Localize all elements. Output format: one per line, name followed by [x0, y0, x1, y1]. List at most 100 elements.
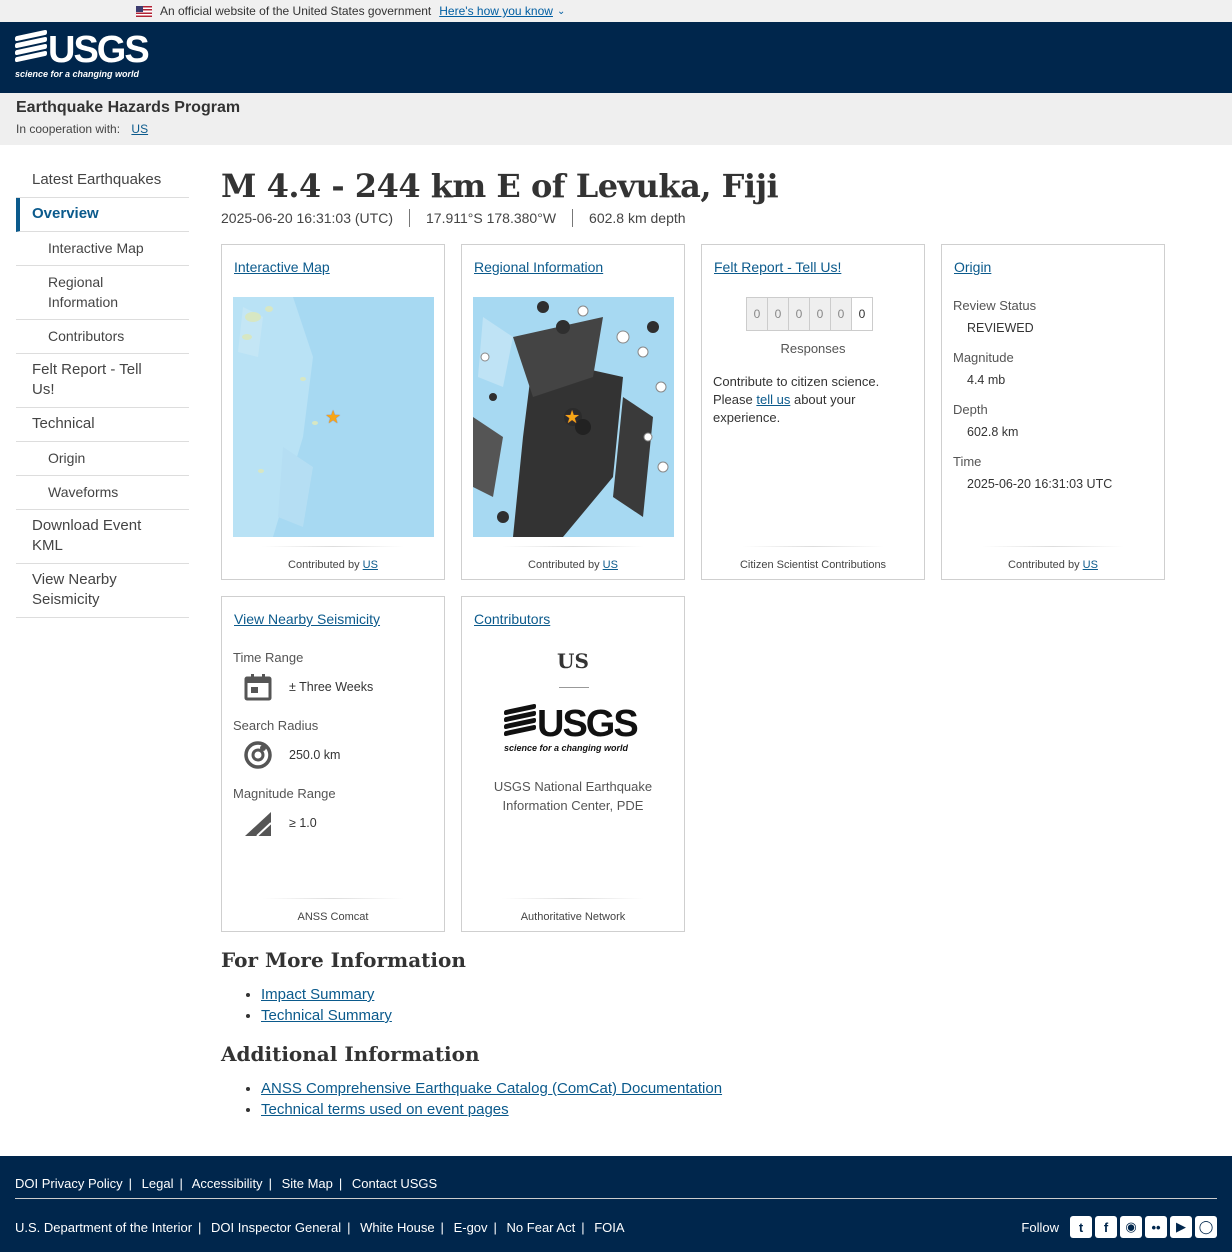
follow-label: Follow [1021, 1219, 1059, 1235]
chevron-down-icon[interactable]: ⌄ [557, 6, 565, 17]
contributor-divider [559, 687, 589, 688]
usgs-logo-tagline: science for a changing world [504, 743, 629, 753]
meta-divider [409, 209, 410, 227]
calendar-icon [241, 670, 275, 704]
additional-info-list: ANSS Comprehensive Earthquake Catalog (C… [261, 1078, 722, 1120]
more-info-heading: For More Information [221, 948, 466, 972]
us-flag-icon [136, 5, 152, 17]
search-radius-row: 250.0 km [233, 735, 434, 775]
flickr-icon[interactable]: •• [1145, 1216, 1167, 1238]
card-felt-report[interactable]: Felt Report - Tell Us! 0 0 0 0 0 0 Respo… [701, 244, 925, 580]
sidebar-item-nearby-seismicity[interactable]: View Nearby Seismicity [16, 564, 189, 618]
cooperation-line: In cooperation with: US [16, 122, 1216, 136]
felt-response-counter: 0 0 0 0 0 0 [746, 297, 873, 331]
cooperation-us-link[interactable]: US [131, 122, 148, 136]
radius-target-icon [241, 738, 275, 772]
footer-link-no-fear-act[interactable]: No Fear Act [507, 1220, 576, 1235]
card-divider [502, 898, 644, 899]
footer-link-accessibility[interactable]: Accessibility [192, 1176, 263, 1191]
footer-link-doi[interactable]: U.S. Department of the Interior [15, 1220, 192, 1235]
card-divider [262, 546, 404, 547]
regional-map-thumbnail[interactable]: ★ [473, 297, 674, 537]
interactive-map-thumbnail[interactable]: ★ [233, 297, 434, 537]
footer-link-egov[interactable]: E-gov [454, 1220, 488, 1235]
sidebar-item-technical[interactable]: Technical [16, 408, 189, 442]
sidebar-item-latest-earthquakes[interactable]: Latest Earthquakes [16, 164, 189, 198]
time-label: Time [953, 454, 982, 469]
contributed-by-label: Contributed by [528, 559, 600, 571]
usgs-logo[interactable]: USGS science for a changing world [15, 29, 150, 79]
card-divider [262, 898, 404, 899]
footer-link-site-map[interactable]: Site Map [282, 1176, 333, 1191]
contributed-by-us-link[interactable]: US [1083, 559, 1098, 571]
sidebar-item-download-kml[interactable]: Download Event KML [16, 510, 189, 564]
contributor-network-code: US [557, 649, 589, 673]
event-meta: 2025-06-20 16:31:03 (UTC) 17.911°S 178.3… [221, 209, 1181, 227]
instagram-icon[interactable]: ◯ [1195, 1216, 1217, 1238]
card-origin[interactable]: Origin Review Status REVIEWED Magnitude … [941, 244, 1165, 580]
contributors-link[interactable]: Contributors [474, 611, 550, 627]
time-range-row: ± Three Weeks [233, 667, 434, 707]
comcat-docs-link[interactable]: ANSS Comprehensive Earthquake Catalog (C… [261, 1080, 722, 1097]
contributed-by-label: Contributed by [288, 559, 360, 571]
footer-link-inspector-general[interactable]: DOI Inspector General [211, 1220, 341, 1235]
site-header: USGS science for a changing world [0, 22, 1232, 93]
magnitude-range-label: Magnitude Range [233, 786, 336, 801]
impact-summary-link[interactable]: Impact Summary [261, 986, 374, 1003]
origin-link[interactable]: Origin [954, 259, 991, 275]
contributed-by-us-link[interactable]: US [603, 559, 618, 571]
facebook-icon[interactable]: f [1095, 1216, 1117, 1238]
counter-digit: 0 [767, 297, 789, 331]
sidebar-item-regional-information[interactable]: Regional Information [16, 266, 189, 320]
technical-summary-link[interactable]: Technical Summary [261, 1007, 392, 1024]
footer-link-white-house[interactable]: White House [360, 1220, 434, 1235]
card-divider [742, 546, 884, 547]
gov-banner-text: An official website of the United States… [160, 4, 432, 18]
card-contributors[interactable]: Contributors US USGS science for a chang… [461, 596, 685, 932]
twitter-icon[interactable]: t [1070, 1216, 1092, 1238]
footer-link-contact[interactable]: Contact USGS [352, 1176, 437, 1191]
interactive-map-link[interactable]: Interactive Map [234, 259, 330, 275]
review-status-label: Review Status [953, 298, 1037, 313]
gov-banner: An official website of the United States… [0, 0, 1232, 22]
contributed-by-us-link[interactable]: US [363, 559, 378, 571]
usgs-logo-text: USGS [537, 703, 639, 745]
footer-link-privacy[interactable]: DOI Privacy Policy [15, 1176, 123, 1191]
sidebar-item-felt-report[interactable]: Felt Report - Tell Us! [16, 354, 189, 408]
nearby-seismicity-link[interactable]: View Nearby Seismicity [234, 611, 380, 627]
tell-us-link[interactable]: tell us [756, 392, 790, 407]
time-value: 2025-06-20 16:31:03 UTC [967, 477, 1113, 491]
sidebar-item-waveforms[interactable]: Waveforms [16, 476, 189, 510]
card-nearby-seismicity[interactable]: View Nearby Seismicity Time Range ± Thre… [221, 596, 445, 932]
contributed-by-label: Contributed by [1008, 559, 1080, 571]
felt-report-link[interactable]: Felt Report - Tell Us! [714, 259, 841, 275]
usgs-waves-icon [15, 29, 47, 65]
epicenter-star-icon: ★ [564, 407, 581, 427]
time-range-value: ± Three Weeks [289, 680, 374, 694]
epicenter-star-icon: ★ [325, 407, 342, 427]
technical-terms-link[interactable]: Technical terms used on event pages [261, 1101, 509, 1118]
magnitude-range-row: ≥ 1.0 [233, 803, 434, 843]
footer-link-foia[interactable]: FOIA [594, 1220, 624, 1235]
time-range-label: Time Range [233, 650, 304, 665]
card-footer: ANSS Comcat [297, 911, 369, 923]
footer-link-legal[interactable]: Legal [142, 1176, 174, 1191]
card-regional-information[interactable]: Regional Information ★ Contributed by US [461, 244, 685, 580]
origin-details: Review Status REVIEWED Magnitude 4.4 mb … [953, 297, 1154, 505]
usgs-logo-tagline: science for a changing world [15, 69, 140, 79]
card-interactive-map[interactable]: Interactive Map ★ Contributed by US [221, 244, 445, 580]
github-icon[interactable]: ◉ [1120, 1216, 1142, 1238]
event-location: 17.911°S 178.380°W [426, 210, 557, 226]
sidebar-item-origin[interactable]: Origin [16, 442, 189, 476]
counter-digit: 0 [851, 297, 873, 331]
sidebar-item-contributors[interactable]: Contributors [16, 320, 189, 354]
card-footer: Contributed by US [462, 559, 684, 571]
program-title[interactable]: Earthquake Hazards Program [16, 99, 1216, 117]
sidebar-item-interactive-map[interactable]: Interactive Map [16, 232, 189, 266]
sidebar-item-overview[interactable]: Overview [16, 198, 189, 232]
heres-how-you-know-link[interactable]: Here's how you know [439, 4, 553, 18]
program-bar: Earthquake Hazards Program In cooperatio… [0, 93, 1232, 145]
counter-digit: 0 [830, 297, 852, 331]
regional-information-link[interactable]: Regional Information [474, 259, 603, 275]
youtube-icon[interactable]: ▶ [1170, 1216, 1192, 1238]
